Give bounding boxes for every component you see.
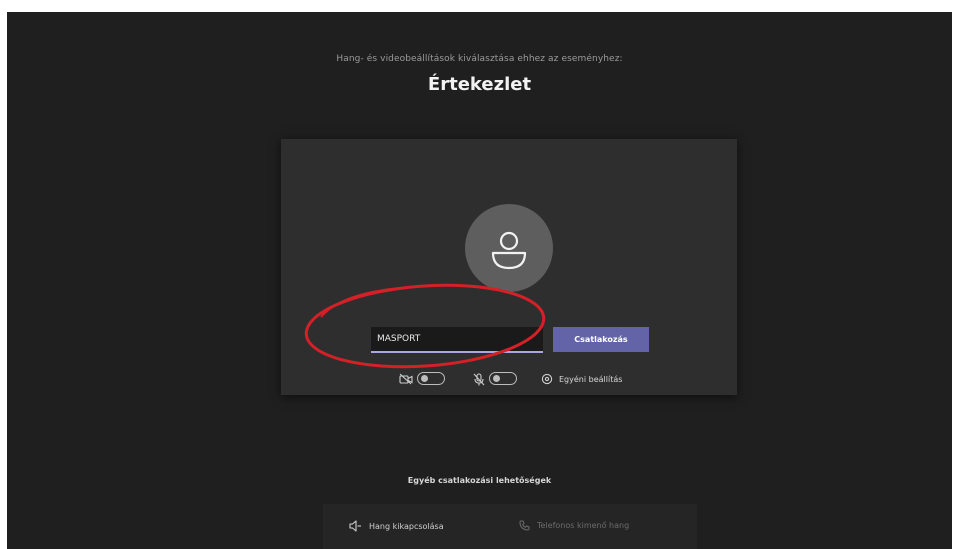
phone-audio-label: Telefonos kimenő hang xyxy=(537,521,630,530)
device-settings-label: Egyéni beállítás xyxy=(559,374,623,384)
audio-off-label: Hang kikapcsolása xyxy=(369,521,444,531)
other-join-options: Hang kikapcsolása Telefonos kimenő hang xyxy=(323,504,697,549)
phone-audio-option[interactable]: Telefonos kimenő hang xyxy=(519,520,629,531)
microphone-toggle-knob xyxy=(493,375,500,382)
prejoin-card: Csatlakozás xyxy=(281,139,737,395)
microphone-off-icon xyxy=(473,373,485,386)
phone-icon xyxy=(519,520,530,531)
audio-off-option[interactable]: Hang kikapcsolása xyxy=(349,520,444,532)
other-join-options-heading: Egyéb csatlakozási lehetőségek xyxy=(407,476,552,485)
name-input[interactable] xyxy=(371,327,543,353)
camera-off-icon xyxy=(399,373,413,385)
camera-toggle-knob xyxy=(421,375,428,382)
microphone-toggle[interactable] xyxy=(489,372,517,385)
device-settings-link[interactable]: Egyéni beállítás xyxy=(541,372,622,386)
meeting-prejoin-screen: Hang- és videobeállítások kiválasztása e… xyxy=(7,12,952,549)
prejoin-subtitle: Hang- és videobeállítások kiválasztása e… xyxy=(336,54,623,64)
gear-icon xyxy=(541,373,553,385)
avatar xyxy=(465,204,553,292)
join-button[interactable]: Csatlakozás xyxy=(553,327,649,352)
meeting-title: Értekezlet xyxy=(427,74,532,95)
device-controls: Egyéni beállítás xyxy=(281,372,737,388)
camera-toggle[interactable] xyxy=(417,372,445,385)
person-icon xyxy=(491,231,527,270)
speaker-off-icon xyxy=(349,520,361,532)
